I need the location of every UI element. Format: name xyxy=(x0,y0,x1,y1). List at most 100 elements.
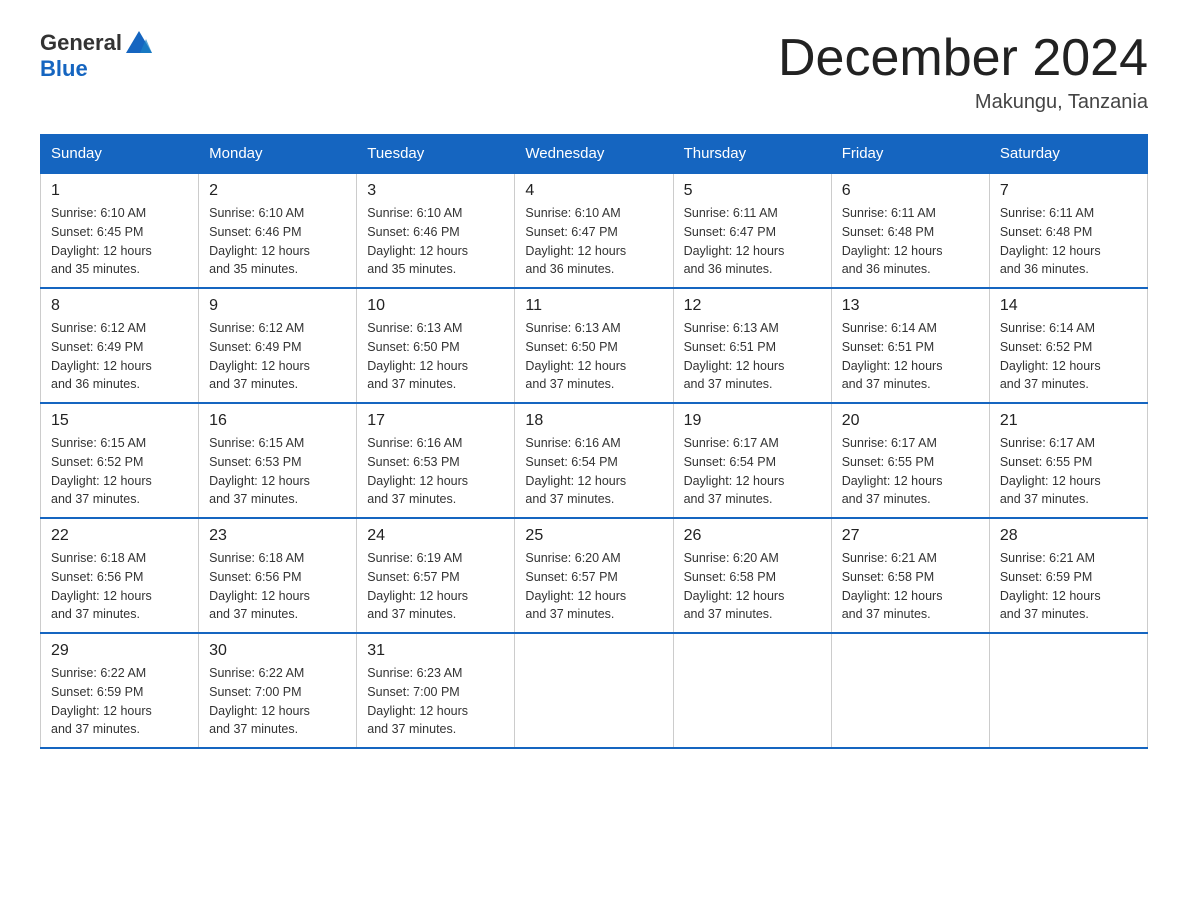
calendar-table: SundayMondayTuesdayWednesdayThursdayFrid… xyxy=(40,134,1148,749)
day-number: 12 xyxy=(684,297,821,315)
day-number: 7 xyxy=(1000,182,1137,200)
day-number: 25 xyxy=(525,527,662,545)
calendar-cell xyxy=(673,633,831,748)
col-header-friday: Friday xyxy=(831,135,989,174)
day-number: 8 xyxy=(51,297,188,315)
day-number: 24 xyxy=(367,527,504,545)
calendar-cell xyxy=(515,633,673,748)
page-title: December 2024 xyxy=(778,30,1148,87)
day-info: Sunrise: 6:17 AMSunset: 6:55 PMDaylight:… xyxy=(842,434,979,509)
day-number: 5 xyxy=(684,182,821,200)
calendar-cell: 6 Sunrise: 6:11 AMSunset: 6:48 PMDaylight… xyxy=(831,173,989,288)
logo-general-text: General xyxy=(40,30,122,56)
day-info: Sunrise: 6:10 AMSunset: 6:45 PMDaylight:… xyxy=(51,204,188,279)
day-info: Sunrise: 6:13 AMSunset: 6:50 PMDaylight:… xyxy=(367,319,504,394)
day-number: 27 xyxy=(842,527,979,545)
day-info: Sunrise: 6:20 AMSunset: 6:58 PMDaylight:… xyxy=(684,549,821,624)
day-number: 3 xyxy=(367,182,504,200)
day-info: Sunrise: 6:10 AMSunset: 6:47 PMDaylight:… xyxy=(525,204,662,279)
calendar-cell: 25Sunrise: 6:20 AMSunset: 6:57 PMDayligh… xyxy=(515,518,673,633)
day-number: 15 xyxy=(51,412,188,430)
calendar-week-5: 29 Sunrise: 6:22 AMSunset: 6:59 PMDayligh… xyxy=(41,633,1148,748)
day-number: 14 xyxy=(1000,297,1137,315)
calendar-cell: 24 Sunrise: 6:19 AMSunset: 6:57 PMDayligh… xyxy=(357,518,515,633)
page-subtitle: Makungu, Tanzania xyxy=(778,91,1148,114)
day-info: Sunrise: 6:15 AMSunset: 6:52 PMDaylight:… xyxy=(51,434,188,509)
day-number: 2 xyxy=(209,182,346,200)
calendar-cell: 17Sunrise: 6:16 AMSunset: 6:53 PMDayligh… xyxy=(357,403,515,518)
day-number: 10 xyxy=(367,297,504,315)
day-info: Sunrise: 6:11 AMSunset: 6:48 PMDaylight:… xyxy=(842,204,979,279)
calendar-cell: 22Sunrise: 6:18 AMSunset: 6:56 PMDayligh… xyxy=(41,518,199,633)
calendar-week-3: 15 Sunrise: 6:15 AMSunset: 6:52 PMDayligh… xyxy=(41,403,1148,518)
day-info: Sunrise: 6:10 AMSunset: 6:46 PMDaylight:… xyxy=(367,204,504,279)
day-number: 23 xyxy=(209,527,346,545)
calendar-cell: 26 Sunrise: 6:20 AMSunset: 6:58 PMDayligh… xyxy=(673,518,831,633)
calendar-cell: 16 Sunrise: 6:15 AMSunset: 6:53 PMDayligh… xyxy=(199,403,357,518)
calendar-cell: 28Sunrise: 6:21 AMSunset: 6:59 PMDayligh… xyxy=(989,518,1147,633)
calendar-cell xyxy=(831,633,989,748)
calendar-cell: 15 Sunrise: 6:15 AMSunset: 6:52 PMDayligh… xyxy=(41,403,199,518)
day-info: Sunrise: 6:16 AMSunset: 6:54 PMDaylight:… xyxy=(525,434,662,509)
calendar-cell: 21Sunrise: 6:17 AMSunset: 6:55 PMDayligh… xyxy=(989,403,1147,518)
calendar-cell xyxy=(989,633,1147,748)
calendar-cell: 12Sunrise: 6:13 AMSunset: 6:51 PMDayligh… xyxy=(673,288,831,403)
calendar-cell: 5 Sunrise: 6:11 AMSunset: 6:47 PMDaylight… xyxy=(673,173,831,288)
calendar-cell: 18Sunrise: 6:16 AMSunset: 6:54 PMDayligh… xyxy=(515,403,673,518)
col-header-thursday: Thursday xyxy=(673,135,831,174)
day-number: 26 xyxy=(684,527,821,545)
calendar-body: 1 Sunrise: 6:10 AMSunset: 6:45 PMDaylight… xyxy=(41,173,1148,748)
calendar-header: SundayMondayTuesdayWednesdayThursdayFrid… xyxy=(41,135,1148,174)
calendar-week-2: 8 Sunrise: 6:12 AMSunset: 6:49 PMDaylight… xyxy=(41,288,1148,403)
day-number: 6 xyxy=(842,182,979,200)
day-number: 28 xyxy=(1000,527,1137,545)
day-number: 22 xyxy=(51,527,188,545)
calendar-cell: 31Sunrise: 6:23 AMSunset: 7:00 PMDayligh… xyxy=(357,633,515,748)
col-header-tuesday: Tuesday xyxy=(357,135,515,174)
calendar-cell: 29 Sunrise: 6:22 AMSunset: 6:59 PMDayligh… xyxy=(41,633,199,748)
day-info: Sunrise: 6:22 AMSunset: 6:59 PMDaylight:… xyxy=(51,664,188,739)
day-info: Sunrise: 6:12 AMSunset: 6:49 PMDaylight:… xyxy=(51,319,188,394)
calendar-week-4: 22 Sunrise: 6:18 AMSunset: 6:56 PMDayligh… xyxy=(41,518,1148,633)
day-info: Sunrise: 6:19 AMSunset: 6:57 PMDaylight:… xyxy=(367,549,504,624)
day-number: 30 xyxy=(209,642,346,660)
page-header: General Blue December 2024 Makungu, Tanz… xyxy=(40,30,1148,114)
day-info: Sunrise: 6:21 AMSunset: 6:58 PMDaylight:… xyxy=(842,549,979,624)
day-info: Sunrise: 6:10 AMSunset: 6:46 PMDaylight:… xyxy=(209,204,346,279)
day-info: Sunrise: 6:11 AMSunset: 6:47 PMDaylight:… xyxy=(684,204,821,279)
day-number: 17 xyxy=(367,412,504,430)
day-number: 29 xyxy=(51,642,188,660)
day-number: 11 xyxy=(525,297,662,315)
day-info: Sunrise: 6:12 AMSunset: 6:49 PMDaylight:… xyxy=(209,319,346,394)
day-number: 20 xyxy=(842,412,979,430)
calendar-cell: 13Sunrise: 6:14 AMSunset: 6:51 PMDayligh… xyxy=(831,288,989,403)
calendar-cell: 20 Sunrise: 6:17 AMSunset: 6:55 PMDayligh… xyxy=(831,403,989,518)
logo-triangle-icon xyxy=(124,29,154,55)
day-info: Sunrise: 6:14 AMSunset: 6:52 PMDaylight:… xyxy=(1000,319,1137,394)
day-number: 4 xyxy=(525,182,662,200)
calendar-cell: 3 Sunrise: 6:10 AMSunset: 6:46 PMDaylight… xyxy=(357,173,515,288)
col-header-wednesday: Wednesday xyxy=(515,135,673,174)
calendar-cell: 8 Sunrise: 6:12 AMSunset: 6:49 PMDaylight… xyxy=(41,288,199,403)
calendar-cell: 4 Sunrise: 6:10 AMSunset: 6:47 PMDaylight… xyxy=(515,173,673,288)
day-number: 16 xyxy=(209,412,346,430)
calendar-cell: 27 Sunrise: 6:21 AMSunset: 6:58 PMDayligh… xyxy=(831,518,989,633)
day-number: 1 xyxy=(51,182,188,200)
day-info: Sunrise: 6:15 AMSunset: 6:53 PMDaylight:… xyxy=(209,434,346,509)
calendar-cell: 11 Sunrise: 6:13 AMSunset: 6:50 PMDayligh… xyxy=(515,288,673,403)
calendar-week-1: 1 Sunrise: 6:10 AMSunset: 6:45 PMDaylight… xyxy=(41,173,1148,288)
calendar-cell: 23 Sunrise: 6:18 AMSunset: 6:56 PMDayligh… xyxy=(199,518,357,633)
day-number: 21 xyxy=(1000,412,1137,430)
day-number: 19 xyxy=(684,412,821,430)
day-number: 9 xyxy=(209,297,346,315)
calendar-cell: 14 Sunrise: 6:14 AMSunset: 6:52 PMDayligh… xyxy=(989,288,1147,403)
day-number: 13 xyxy=(842,297,979,315)
day-info: Sunrise: 6:22 AMSunset: 7:00 PMDaylight:… xyxy=(209,664,346,739)
day-info: Sunrise: 6:18 AMSunset: 6:56 PMDaylight:… xyxy=(209,549,346,624)
calendar-cell: 9 Sunrise: 6:12 AMSunset: 6:49 PMDaylight… xyxy=(199,288,357,403)
day-info: Sunrise: 6:13 AMSunset: 6:50 PMDaylight:… xyxy=(525,319,662,394)
logo: General Blue xyxy=(40,30,154,82)
day-info: Sunrise: 6:11 AMSunset: 6:48 PMDaylight:… xyxy=(1000,204,1137,279)
day-number: 31 xyxy=(367,642,504,660)
col-header-monday: Monday xyxy=(199,135,357,174)
